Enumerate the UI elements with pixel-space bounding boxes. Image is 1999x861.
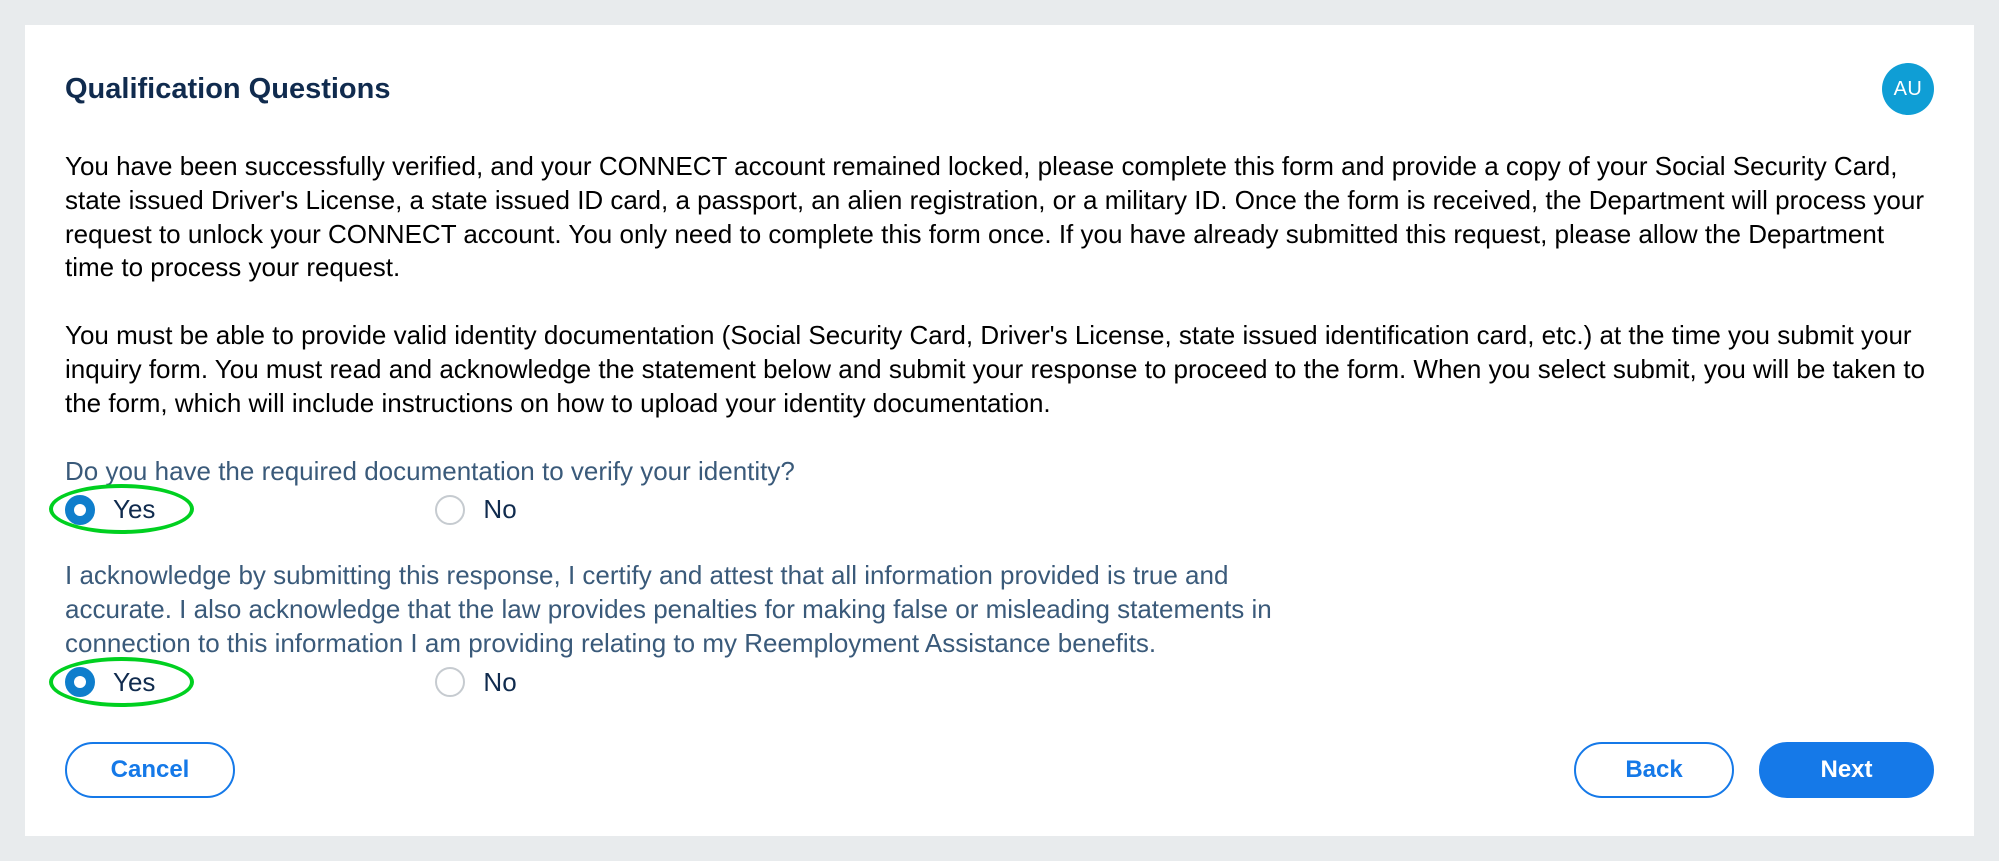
header-row: Qualification Questions AU [40, 63, 1959, 150]
question-1-radio-group: Yes No [40, 494, 1959, 559]
radio-selected-icon [65, 667, 95, 697]
radio-selected-icon [65, 495, 95, 525]
avatar[interactable]: AU [1882, 63, 1934, 115]
radio-label: No [483, 667, 516, 698]
radio-unselected-icon [435, 495, 465, 525]
intro-paragraph-1: You have been successfully verified, and… [40, 150, 1959, 285]
radio-label: No [483, 494, 516, 525]
footer-right-group: Back Next [1574, 742, 1934, 798]
footer-row: Cancel Back Next [40, 732, 1959, 798]
radio-unselected-icon [435, 667, 465, 697]
question-1-prompt: Do you have the required documentation t… [40, 455, 1340, 489]
page-stage: Qualification Questions AU You have been… [0, 0, 1999, 861]
radio-label: Yes [113, 667, 155, 698]
question-1-option-yes[interactable]: Yes [65, 494, 155, 525]
next-button[interactable]: Next [1759, 742, 1934, 798]
question-2-option-no[interactable]: No [435, 667, 516, 698]
page-title: Qualification Questions [65, 73, 391, 106]
form-panel: Qualification Questions AU You have been… [25, 25, 1974, 836]
question-2-radio-group: Yes No [40, 667, 1959, 732]
cancel-button[interactable]: Cancel [65, 742, 235, 798]
question-1-option-no[interactable]: No [435, 494, 516, 525]
question-2-option-yes[interactable]: Yes [65, 667, 155, 698]
radio-label: Yes [113, 494, 155, 525]
question-2-prompt: I acknowledge by submitting this respons… [40, 559, 1340, 660]
intro-paragraph-2: You must be able to provide valid identi… [40, 319, 1959, 420]
back-button[interactable]: Back [1574, 742, 1734, 798]
